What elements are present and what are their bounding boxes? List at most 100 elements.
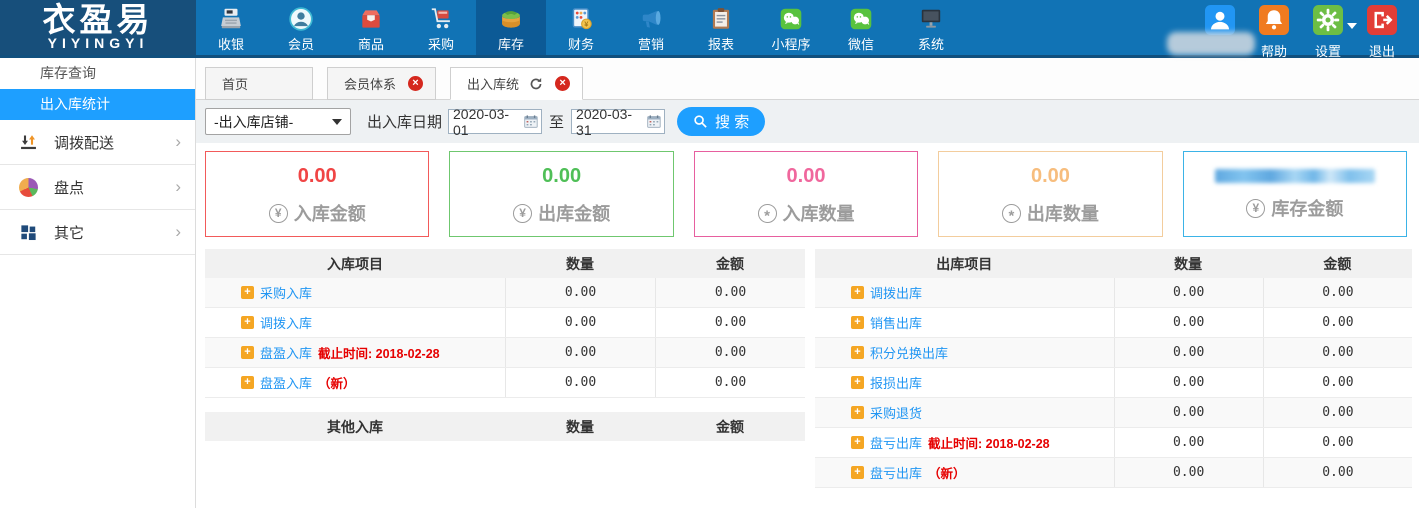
amount-cell: 0.00 — [655, 338, 805, 367]
purchase-cart-icon — [428, 5, 455, 32]
date-to-input[interactable]: 2020-03-31 — [571, 109, 665, 134]
table-row: +盘盈入库（新） 0.00 0.00 — [205, 368, 805, 398]
app-logo[interactable]: 衣盈易 YIYINGYI — [0, 0, 196, 55]
amount-cell: 0.00 — [1263, 338, 1412, 367]
card-label: 入库金额 — [294, 200, 366, 226]
inbound-table-column: 入库项目 数量 金额 +采购入库 0.00 0.00 +调拨入库 0.00 0.… — [205, 249, 805, 488]
amount-cell: 0.00 — [1263, 458, 1412, 487]
row-link[interactable]: 盘盈入库 — [260, 343, 312, 362]
expand-plus-icon[interactable]: + — [851, 346, 864, 359]
expand-plus-icon[interactable]: + — [851, 406, 864, 419]
nav-item-purchase[interactable]: 采购 — [406, 0, 476, 55]
expand-plus-icon[interactable]: + — [851, 436, 864, 449]
nav-label: 库存 — [498, 34, 524, 53]
amount-cell: 0.00 — [655, 308, 805, 337]
nav-item-reports[interactable]: 报表 — [686, 0, 756, 55]
qty-cell: 0.00 — [1114, 398, 1263, 427]
row-link[interactable]: 积分兑换出库 — [870, 343, 948, 362]
outbound-table-column: 出库项目 数量 金额 +调拨出库 0.00 0.00 +销售出库 0.00 0.… — [815, 249, 1412, 488]
row-link[interactable]: 报损出库 — [870, 373, 922, 392]
tab-inout-stats[interactable]: 出入库统 × — [450, 67, 583, 100]
table-row: +采购退货 0.00 0.00 — [815, 398, 1412, 428]
table-row: +盘盈入库截止时间: 2018-02-28 0.00 0.00 — [205, 338, 805, 368]
tab-label: 出入库统 — [467, 74, 519, 93]
card-outbound-qty: 0.00 *出库数量 — [938, 151, 1162, 237]
expand-plus-icon[interactable]: + — [851, 286, 864, 299]
expand-plus-icon[interactable]: + — [241, 346, 254, 359]
tab-member-system[interactable]: 会员体系 × — [327, 67, 436, 100]
row-link[interactable]: 盘盈入库 — [260, 373, 312, 392]
sidebar-item-label: 调拨配送 — [54, 132, 114, 153]
summary-cards: 0.00 ¥入库金额 0.00 ¥出库金额 0.00 *入库数量 0.00 *出… — [196, 143, 1419, 237]
sidebar-item-label: 出入库统计 — [40, 96, 110, 112]
date-to-value: 2020-03-31 — [576, 106, 647, 138]
sidebar-item-other[interactable]: 其它 › — [0, 210, 195, 255]
qty-cell: 0.00 — [505, 338, 655, 367]
expand-plus-icon[interactable]: + — [241, 376, 254, 389]
expand-plus-icon[interactable]: + — [851, 466, 864, 479]
brand-subtitle: YIYINGYI — [0, 36, 196, 51]
store-select[interactable]: -出入库店铺- — [205, 108, 351, 135]
settings-button[interactable]: 设置 — [1301, 5, 1355, 60]
expand-plus-icon[interactable]: + — [241, 316, 254, 329]
filter-bar: -出入库店铺- 出入库日期 2020-03-01 至 2020-03-31 搜 … — [196, 100, 1419, 143]
user-menu: 帮助 设置 退出 — [1193, 0, 1419, 55]
settings-gear-icon — [1313, 5, 1343, 38]
row-link[interactable]: 调拨入库 — [260, 313, 312, 332]
sidebar-item-label: 其它 — [54, 222, 84, 243]
card-label: 出库数量 — [1027, 200, 1099, 226]
inventory-basket-icon — [498, 5, 525, 32]
pie-chart-icon — [16, 178, 40, 197]
nav-item-member[interactable]: 会员 — [266, 0, 336, 55]
nav-item-system[interactable]: 系统 — [896, 0, 966, 55]
expand-plus-icon[interactable]: + — [851, 376, 864, 389]
sidebar-item-inventory-query[interactable]: 库存查询 — [0, 58, 195, 89]
expand-plus-icon[interactable]: + — [851, 316, 864, 329]
row-link[interactable]: 盘亏出库 — [870, 463, 922, 482]
card-label: 入库数量 — [783, 200, 855, 226]
tab-home[interactable]: 首页 — [205, 67, 313, 100]
table-row: +调拨出库 0.00 0.00 — [815, 278, 1412, 308]
row-link[interactable]: 采购退货 — [870, 403, 922, 422]
sidebar-item-inout-stats[interactable]: 出入库统计 — [0, 89, 195, 120]
search-button[interactable]: 搜 索 — [677, 107, 765, 136]
table-row: +采购入库 0.00 0.00 — [205, 278, 805, 308]
row-note: 截止时间: 2018-02-28 — [928, 433, 1050, 452]
table-row: +积分兑换出库 0.00 0.00 — [815, 338, 1412, 368]
row-link[interactable]: 销售出库 — [870, 313, 922, 332]
blurred-value — [1215, 169, 1375, 183]
nav-item-goods[interactable]: 商品 — [336, 0, 406, 55]
nav-item-wechat[interactable]: 微信 — [826, 0, 896, 55]
user-account-button[interactable] — [1193, 5, 1247, 38]
date-from-input[interactable]: 2020-03-01 — [448, 109, 542, 134]
yuan-circle-icon: ¥ — [513, 204, 532, 223]
row-link[interactable]: 采购入库 — [260, 283, 312, 302]
help-button[interactable]: 帮助 — [1247, 5, 1301, 60]
close-icon[interactable]: × — [408, 76, 423, 91]
nav-item-cashier[interactable]: 收银 — [196, 0, 266, 55]
nav-item-marketing[interactable]: 营销 — [616, 0, 686, 55]
row-link[interactable]: 盘亏出库 — [870, 433, 922, 452]
blurred-username — [1167, 32, 1255, 55]
card-outbound-amount: 0.00 ¥出库金额 — [449, 151, 673, 237]
column-header: 金额 — [1263, 254, 1412, 274]
settings-label: 设置 — [1315, 41, 1341, 60]
logout-button[interactable]: 退出 — [1355, 5, 1409, 60]
nav-item-miniprogram[interactable]: 小程序 — [756, 0, 826, 55]
refresh-icon[interactable] — [529, 77, 543, 91]
report-clipboard-icon — [708, 5, 735, 32]
sidebar-item-transfer-delivery[interactable]: 调拨配送 › — [0, 120, 195, 165]
column-header: 数量 — [505, 254, 655, 274]
chevron-right-icon: › — [175, 222, 181, 242]
column-header: 金额 — [655, 254, 805, 274]
close-icon[interactable]: × — [555, 76, 570, 91]
amount-cell: 0.00 — [1263, 368, 1412, 397]
row-link[interactable]: 调拨出库 — [870, 283, 922, 302]
nav-label: 收银 — [218, 34, 244, 53]
nav-item-inventory[interactable]: 库存 — [476, 0, 546, 55]
expand-plus-icon[interactable]: + — [241, 286, 254, 299]
sidebar-item-stocktake[interactable]: 盘点 › — [0, 165, 195, 210]
table-row: +盘亏出库截止时间: 2018-02-28 0.00 0.00 — [815, 428, 1412, 458]
nav-item-finance[interactable]: ¥ 财务 — [546, 0, 616, 55]
qty-cell: 0.00 — [1114, 308, 1263, 337]
